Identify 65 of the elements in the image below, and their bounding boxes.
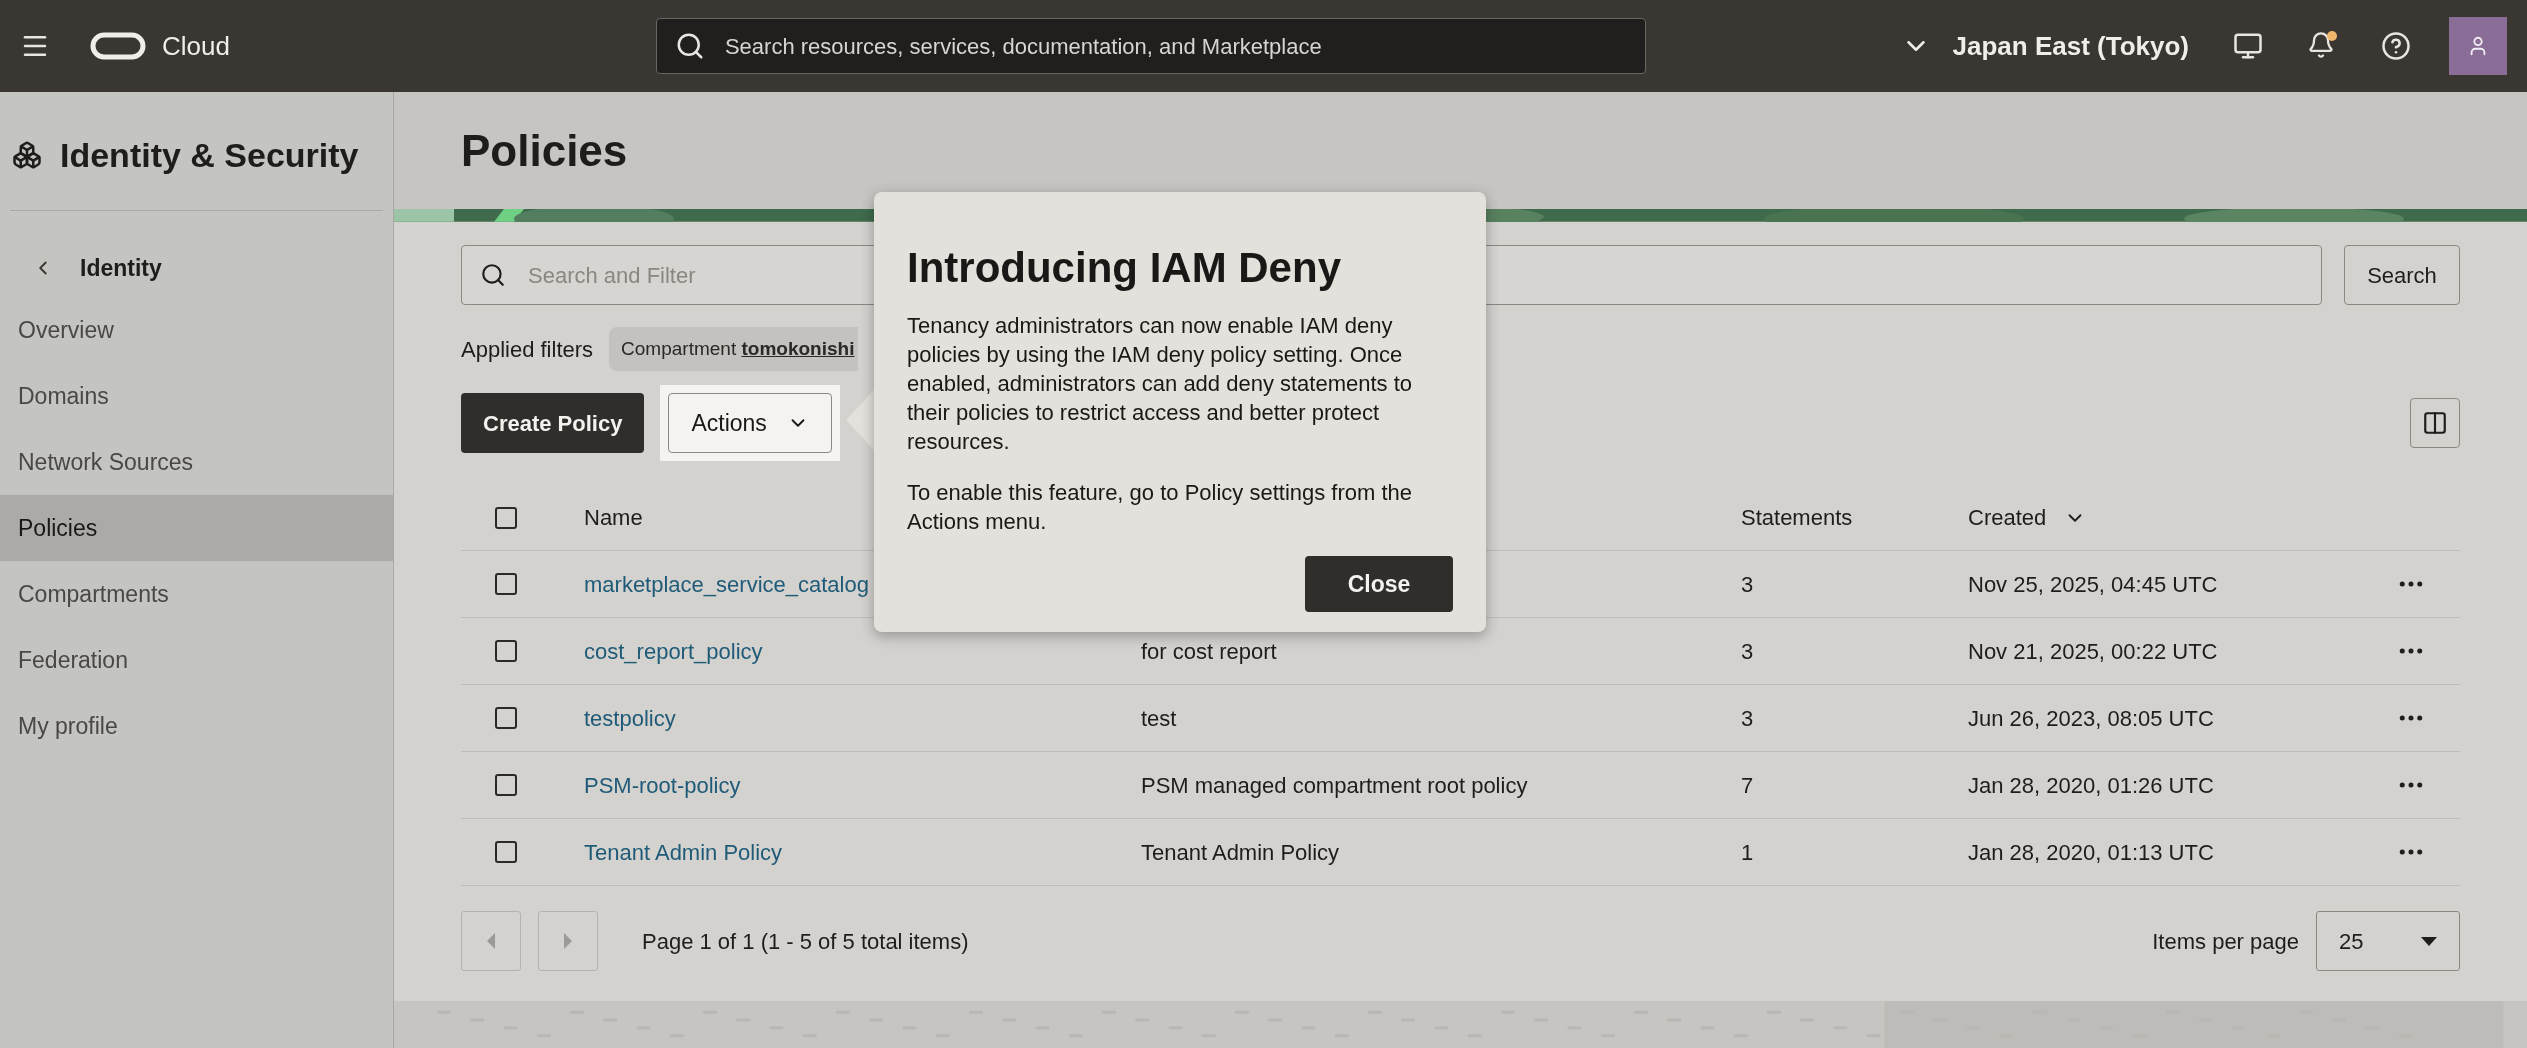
dialog-text: To enable this feature, go to Policy settings from the Actions menu. bbox=[907, 478, 1414, 536]
sidebar-item[interactable]: Domains bbox=[0, 363, 393, 429]
notifications-icon[interactable] bbox=[2307, 31, 2337, 61]
region-selector[interactable]: Japan East (Tokyo) bbox=[1900, 26, 2189, 66]
columns-button[interactable] bbox=[2410, 398, 2460, 449]
table-cell: for cost report bbox=[1141, 638, 1277, 664]
sidebar-item[interactable]: Overview bbox=[0, 297, 393, 363]
items-per-page-label: Items per page bbox=[2152, 927, 2299, 956]
table-cell-text: Jan 28, 2020, 01:13 UTC bbox=[1968, 838, 2214, 867]
table-cell-text: 3 bbox=[1741, 637, 1755, 666]
create-policy-button[interactable]: Create Policy bbox=[461, 393, 645, 454]
checkbox[interactable] bbox=[495, 573, 517, 596]
table-cell-text: 1 bbox=[1741, 838, 1755, 867]
left-triangle-icon bbox=[486, 933, 496, 950]
close-button[interactable]: Close bbox=[1305, 556, 1453, 612]
sidebar-title: Identity & Security bbox=[60, 134, 359, 176]
table-cell-text: Jan 28, 2020, 01:26 UTC bbox=[1968, 771, 2214, 800]
table-cell-text: Jun 26, 2023, 08:05 UTC bbox=[1968, 704, 2214, 733]
column-header: Name bbox=[584, 505, 643, 531]
sidebar-item[interactable]: My profile bbox=[0, 693, 393, 759]
cubes-icon bbox=[12, 140, 42, 170]
checkbox[interactable] bbox=[495, 506, 517, 529]
dialog-title: Introducing IAM Deny bbox=[907, 243, 1342, 293]
table-cell: PSM managed compartment root policy bbox=[1141, 772, 1528, 798]
pagination-summary: Page 1 of 1 (1 - 5 of 5 total items) bbox=[642, 927, 969, 956]
help-icon[interactable] bbox=[2381, 31, 2411, 61]
dialog-text: Tenancy administrators can now enable IAM deny policies by using the IAM deny policy setting. Once enabled, administrators can add deny statements to their policies to restrict access and better protect resources. bbox=[907, 311, 1414, 456]
back-link[interactable]: Identity bbox=[0, 239, 393, 297]
avatar-icon[interactable] bbox=[2449, 17, 2507, 75]
sidebar-item[interactable]: Policies bbox=[0, 495, 393, 561]
applied-filters-label: Applied filters bbox=[461, 335, 594, 364]
actions-button[interactable]: Actions bbox=[668, 393, 832, 454]
items-per-page-select[interactable]: 25 bbox=[2316, 911, 2460, 972]
search-icon bbox=[480, 262, 506, 289]
table-cell-text: 3 bbox=[1741, 570, 1755, 599]
checkbox[interactable] bbox=[495, 841, 517, 864]
search-button[interactable]: Search bbox=[2344, 245, 2460, 306]
monitor-icon[interactable] bbox=[2233, 31, 2263, 61]
columns-icon bbox=[2422, 410, 2448, 437]
table-cell-text: 3 bbox=[1741, 704, 1755, 733]
column-header[interactable]: Created bbox=[1968, 501, 2047, 535]
brand-name[interactable]: Cloud bbox=[162, 26, 230, 66]
checkbox[interactable] bbox=[495, 640, 517, 663]
policy-link[interactable]: testpolicy bbox=[584, 705, 676, 731]
table-cell-text: Nov 21, 2025, 00:22 UTC bbox=[1968, 637, 2218, 666]
filter-chip[interactable]: Compartment tomokonishi bbox=[609, 327, 859, 372]
policy-link[interactable]: marketplace_service_catalog bbox=[584, 571, 869, 597]
sidebar-item[interactable]: Compartments bbox=[0, 561, 393, 627]
table-cell-text: Nov 25, 2025, 04:45 UTC bbox=[1968, 570, 2218, 599]
sidebar-item[interactable]: Federation bbox=[0, 627, 393, 693]
table-cell: Tenant Admin Policy bbox=[1141, 839, 1340, 865]
caret-down-icon bbox=[2421, 936, 2437, 946]
global-search-field[interactable]: Search resources, services, documentation, and Marketplace bbox=[655, 18, 1646, 74]
logo-icon[interactable] bbox=[90, 32, 146, 60]
column-header: Statements bbox=[1741, 505, 1853, 531]
sidebar-item[interactable]: Network Sources bbox=[0, 429, 393, 495]
policy-link[interactable]: cost_report_policy bbox=[584, 638, 763, 664]
checkbox[interactable] bbox=[495, 774, 517, 797]
policy-link[interactable]: Tenant Admin Policy bbox=[584, 839, 783, 865]
right-triangle-icon bbox=[563, 933, 573, 950]
page-title: Policies bbox=[461, 124, 628, 177]
checkbox[interactable] bbox=[495, 707, 517, 730]
table-cell: test bbox=[1141, 705, 1177, 731]
table-cell-text: 7 bbox=[1741, 771, 1755, 800]
policy-link[interactable]: PSM-root-policy bbox=[584, 772, 741, 798]
